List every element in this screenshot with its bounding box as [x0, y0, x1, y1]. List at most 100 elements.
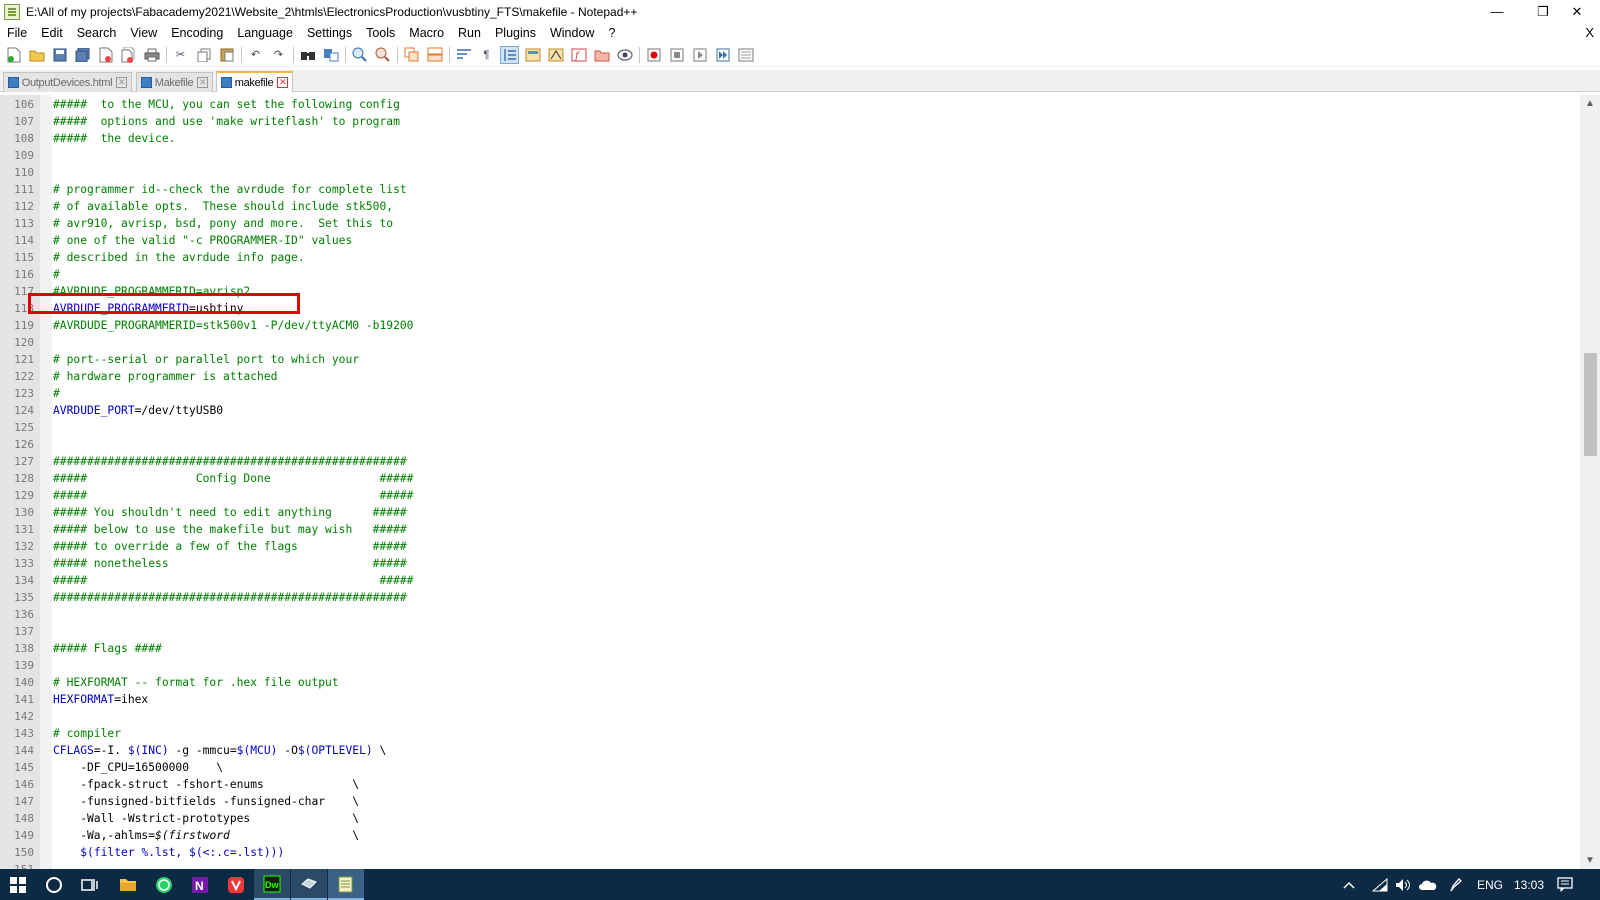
notepadpp-app-icon[interactable]	[4, 3, 20, 20]
code-line[interactable]: 142	[0, 708, 1580, 725]
action-center-icon[interactable]	[1557, 869, 1573, 900]
menu-tools[interactable]: Tools	[359, 23, 402, 43]
close-window-button[interactable]: ✕	[1554, 0, 1600, 23]
menu-settings[interactable]: Settings	[300, 23, 359, 43]
task-view-icon[interactable]	[72, 869, 108, 900]
folder-workspace-icon[interactable]	[592, 46, 611, 64]
code-line[interactable]: 151	[0, 861, 1580, 869]
macro-record-icon[interactable]	[644, 46, 663, 64]
tab-makefile-active[interactable]: makefile ✕	[216, 71, 293, 92]
monitoring-icon[interactable]	[615, 46, 634, 64]
code-line[interactable]: 134 ##### #####	[0, 572, 1580, 589]
code-line[interactable]: 130 ##### You shouldn't need to edit anyt…	[0, 504, 1580, 521]
tab-outputdevices-html[interactable]: OutputDevices.html ✕	[3, 72, 132, 92]
close-document-button[interactable]: X	[1585, 23, 1594, 43]
macro-save-icon[interactable]	[736, 46, 755, 64]
tab-close-icon[interactable]: ✕	[116, 77, 127, 88]
language-indicator[interactable]: ENG	[1477, 869, 1503, 900]
pen-workspace-icon[interactable]	[1448, 869, 1462, 900]
code-line[interactable]: 116 #	[0, 266, 1580, 283]
zoom-out-icon[interactable]	[373, 46, 392, 64]
macro-stop-icon[interactable]	[667, 46, 686, 64]
menu-help[interactable]: ?	[601, 23, 622, 43]
code-line[interactable]: 147 -funsigned-bitfields -funsigned-char…	[0, 793, 1580, 810]
code-line[interactable]: 144 CFLAGS=-I. $(INC) -g -mmcu=$(MCU) -O$…	[0, 742, 1580, 759]
dreamweaver-icon[interactable]: Dw	[254, 869, 290, 900]
code-line[interactable]: 140 # HEXFORMAT -- format for .hex file o…	[0, 674, 1580, 691]
tab-close-icon[interactable]: ✕	[197, 77, 208, 88]
tab-makefile-capital[interactable]: Makefile ✕	[136, 72, 213, 92]
code-line[interactable]: 122 # hardware programmer is attached	[0, 368, 1580, 385]
code-line[interactable]: 132 ##### to override a few of the flags …	[0, 538, 1580, 555]
code-line[interactable]: 115 # described in the avrdude info page.	[0, 249, 1580, 266]
menu-file[interactable]: File	[0, 23, 34, 43]
app-window-icon[interactable]	[291, 869, 327, 900]
whatsapp-icon[interactable]	[146, 869, 182, 900]
code-line[interactable]: 110	[0, 164, 1580, 181]
menu-encoding[interactable]: Encoding	[164, 23, 230, 43]
menu-edit[interactable]: Edit	[34, 23, 70, 43]
windows-start-icon[interactable]	[0, 869, 36, 900]
code-line[interactable]: 149 -Wa,-ahlms=$(firstword \	[0, 827, 1580, 844]
user-defined-lang-icon[interactable]	[523, 46, 542, 64]
new-file-icon[interactable]	[4, 46, 23, 64]
copy-icon[interactable]	[194, 46, 213, 64]
code-line[interactable]: 126	[0, 436, 1580, 453]
code-line[interactable]: 111 # programmer id--check the avrdude fo…	[0, 181, 1580, 198]
notepadpp-taskbar-icon[interactable]	[328, 869, 364, 900]
code-line[interactable]: 123 #	[0, 385, 1580, 402]
print-icon[interactable]	[142, 46, 161, 64]
code-line[interactable]: 114 # one of the valid "-c PROGRAMMER-ID"…	[0, 232, 1580, 249]
code-line[interactable]: 133 ##### nonetheless #####	[0, 555, 1580, 572]
indent-guide-icon[interactable]	[500, 45, 519, 64]
code-line[interactable]: 131 ##### below to use the makefile but m…	[0, 521, 1580, 538]
paste-icon[interactable]	[217, 46, 236, 64]
menu-run[interactable]: Run	[451, 23, 488, 43]
code-line[interactable]: 139	[0, 657, 1580, 674]
code-line[interactable]: 119 #AVRDUDE_PROGRAMMERID=stk500v1 -P/dev…	[0, 317, 1580, 334]
word-wrap-icon[interactable]	[454, 46, 473, 64]
code-line[interactable]: 108 ##### the device.	[0, 130, 1580, 147]
close-all-icon[interactable]	[119, 46, 138, 64]
wifi-icon[interactable]	[1372, 869, 1388, 900]
tray-chevron-icon[interactable]	[1343, 869, 1355, 900]
menu-search[interactable]: Search	[70, 23, 124, 43]
doc-map-icon[interactable]	[546, 46, 565, 64]
save-all-icon[interactable]	[73, 46, 92, 64]
code-line[interactable]: 124 AVRDUDE_PORT=/dev/ttyUSB0	[0, 402, 1580, 419]
code-line[interactable]: 146 -fpack-struct -fshort-enums \	[0, 776, 1580, 793]
onedrive-icon[interactable]	[1419, 869, 1437, 900]
tab-close-icon[interactable]: ✕	[277, 77, 288, 88]
code-line[interactable]: 106 ##### to the MCU, you can set the fol…	[0, 96, 1580, 113]
code-line[interactable]: 150 $(filter %.lst, $(<:.c=.lst)))	[0, 844, 1580, 861]
replace-icon[interactable]	[321, 46, 340, 64]
zoom-in-icon[interactable]	[350, 46, 369, 64]
vertical-scrollbar[interactable]: ▲ ▼	[1580, 95, 1600, 869]
minimize-button[interactable]: —	[1474, 0, 1520, 23]
vivaldi-icon[interactable]	[218, 869, 254, 900]
editor-area[interactable]: 106 ##### to the MCU, you can set the fol…	[0, 95, 1600, 869]
menu-plugins[interactable]: Plugins	[488, 23, 543, 43]
menu-window[interactable]: Window	[543, 23, 601, 43]
undo-icon[interactable]: ↶	[246, 46, 265, 64]
scroll-down-icon[interactable]: ▼	[1580, 852, 1600, 869]
menu-view[interactable]: View	[123, 23, 164, 43]
code-line[interactable]: 148 -Wall -Wstrict-prototypes \	[0, 810, 1580, 827]
menu-language[interactable]: Language	[230, 23, 300, 43]
redo-icon[interactable]: ↷	[269, 46, 288, 64]
sync-horizontal-icon[interactable]	[425, 46, 444, 64]
code-line[interactable]: 129 ##### #####	[0, 487, 1580, 504]
code-line[interactable]: 113 # avr910, avrisp, bsd, pony and more.…	[0, 215, 1580, 232]
save-icon[interactable]	[50, 46, 69, 64]
search-circle-icon[interactable]	[36, 869, 72, 900]
code-line[interactable]: 120	[0, 334, 1580, 351]
file-explorer-icon[interactable]	[110, 869, 146, 900]
cut-icon[interactable]: ✂	[171, 46, 190, 64]
code-line[interactable]: 141 HEXFORMAT=ihex	[0, 691, 1580, 708]
scroll-up-icon[interactable]: ▲	[1580, 95, 1600, 112]
macro-play-icon[interactable]	[690, 46, 709, 64]
find-icon[interactable]	[298, 46, 317, 64]
close-file-icon[interactable]	[96, 46, 115, 64]
code-line[interactable]: 135 #####################################…	[0, 589, 1580, 606]
code-line[interactable]: 125	[0, 419, 1580, 436]
